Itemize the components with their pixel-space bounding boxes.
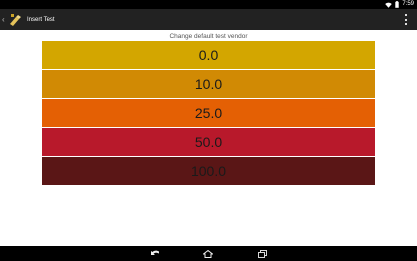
action-bar-title: Insert Test xyxy=(27,16,55,23)
up-caret-icon[interactable]: ‹ xyxy=(2,9,7,30)
app-icon[interactable] xyxy=(8,12,22,27)
navigation-bar xyxy=(0,246,417,261)
home-icon xyxy=(203,249,213,258)
status-bar: 7:59 xyxy=(0,0,417,9)
vendor-option-25[interactable]: 25.0 xyxy=(42,99,375,127)
back-icon xyxy=(150,250,159,255)
back-button[interactable] xyxy=(147,247,163,260)
action-bar: ‹ Insert Test xyxy=(0,9,417,30)
vendor-option-10[interactable]: 10.0 xyxy=(42,70,375,98)
vendor-option-0[interactable]: 0.0 xyxy=(42,41,375,69)
content-area: Change default test vendor 0.0 10.0 25.0… xyxy=(0,30,417,246)
status-time: 7:59 xyxy=(402,1,414,7)
vendor-option-100[interactable]: 100.0 xyxy=(42,157,375,185)
home-button[interactable] xyxy=(200,247,216,260)
vendor-option-50[interactable]: 50.0 xyxy=(42,128,375,156)
vendor-option-list: 0.0 10.0 25.0 50.0 100.0 xyxy=(42,41,375,186)
battery-icon xyxy=(395,1,400,8)
status-icons: 7:59 xyxy=(385,0,414,9)
overflow-menu-icon[interactable] xyxy=(404,14,408,25)
recents-button[interactable] xyxy=(254,247,270,260)
recents-icon xyxy=(257,249,267,258)
wifi-icon xyxy=(385,2,393,8)
section-label: Change default test vendor xyxy=(169,33,248,40)
